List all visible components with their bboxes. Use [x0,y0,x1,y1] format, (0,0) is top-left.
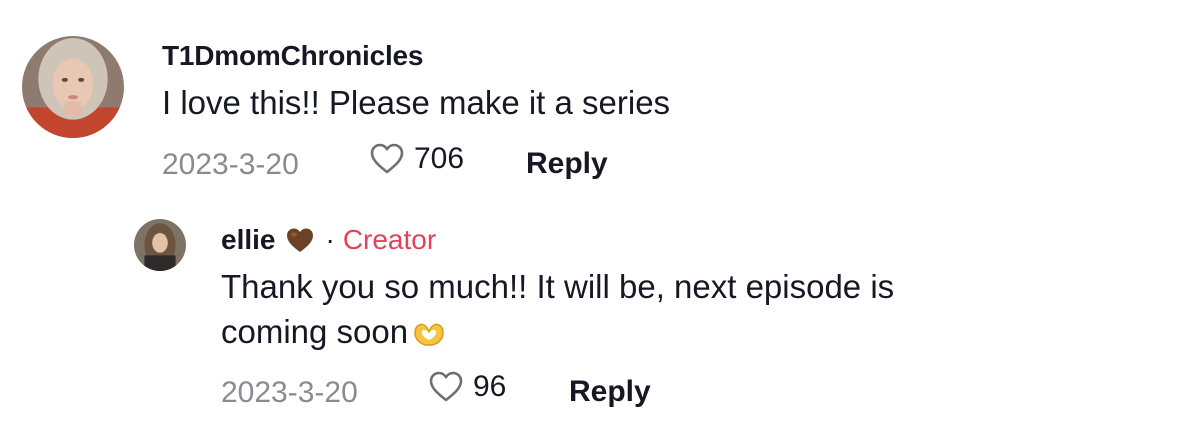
heart-outline-icon [429,371,463,402]
comment-date: 2023-3-20 [162,148,299,181]
comment-meta: 2023-3-20 96 Reply [221,368,921,416]
comment-meta: 2023-3-20 706 Reply [162,140,862,188]
like-button[interactable]: 706 [370,142,464,176]
reply-text: Thank you so much!! It will be, next epi… [221,264,1021,354]
like-button[interactable]: 96 [429,370,506,404]
avatar[interactable] [134,219,186,271]
separator-dot: · [325,224,335,255]
reply-button[interactable]: Reply [569,375,651,409]
reply-text-line-content: coming soon [221,313,409,350]
comment-text: I love this!! Please make it a series [162,84,671,121]
reply-item: ellie · Creator Thank you so much!! It w… [0,200,1200,446]
heart-hands-emoji-icon [412,315,446,346]
comment-date: 2023-3-20 [221,376,358,409]
reply-button[interactable]: Reply [526,147,608,181]
comment-item: T1DmomChronicles I love this!! Please ma… [0,0,1200,200]
creator-badge: Creator [342,224,437,255]
brown-heart-emoji-icon [285,226,315,254]
username[interactable]: ellie [221,224,275,256]
like-count: 706 [414,142,465,175]
like-count: 96 [473,370,507,403]
reply-text-line: coming soon [221,309,1021,354]
reply-header: ellie · Creator [221,224,436,256]
reply-text-line: Thank you so much!! It will be, next epi… [221,268,895,305]
username[interactable]: T1DmomChronicles [162,40,423,72]
avatar[interactable] [22,36,124,138]
heart-outline-icon [370,143,404,174]
